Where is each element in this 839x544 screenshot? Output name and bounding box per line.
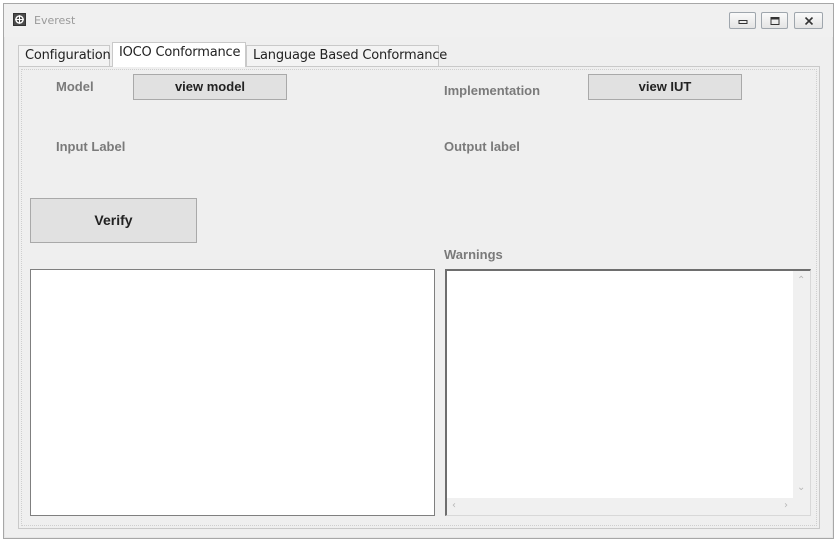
tab-configuration[interactable]: Configuration bbox=[18, 45, 111, 66]
scroll-up-icon[interactable]: ⌃ bbox=[797, 276, 805, 286]
tab-language-based-conformance[interactable]: Language Based Conformance bbox=[246, 45, 447, 66]
app-icon bbox=[13, 13, 26, 26]
scrollbar-corner bbox=[793, 498, 810, 515]
maximize-icon bbox=[770, 16, 779, 25]
vertical-scrollbar[interactable]: ⌃ ⌄ bbox=[793, 271, 810, 498]
horizontal-scrollbar[interactable]: ‹ › bbox=[447, 498, 793, 515]
output-label: Output label bbox=[444, 139, 520, 154]
close-icon bbox=[804, 16, 813, 25]
implementation-label: Implementation bbox=[444, 83, 541, 98]
title-bar[interactable]: Everest bbox=[4, 4, 833, 37]
minimize-icon bbox=[738, 19, 747, 24]
input-label: Input Label bbox=[56, 139, 126, 154]
verify-button[interactable]: Verify bbox=[30, 198, 197, 243]
view-model-button[interactable]: view model bbox=[133, 74, 287, 100]
app-window: Everest Configuration IOCO Conformance L… bbox=[3, 3, 834, 539]
warnings-label: Warnings bbox=[444, 247, 503, 262]
tab-ioco-conformance[interactable]: IOCO Conformance bbox=[112, 42, 246, 67]
warnings-textbox[interactable]: ⌃ ⌄ ‹ › bbox=[445, 269, 811, 516]
window-title: Everest bbox=[34, 14, 76, 27]
minimize-button[interactable] bbox=[729, 12, 756, 29]
scroll-left-icon[interactable]: ‹ bbox=[452, 501, 456, 511]
ioco-conformance-panel: Model view model Implementation view IUT… bbox=[18, 66, 820, 529]
scroll-down-icon[interactable]: ⌄ bbox=[797, 483, 805, 493]
scroll-right-icon[interactable]: › bbox=[784, 501, 788, 511]
close-button[interactable] bbox=[794, 12, 823, 29]
model-label: Model bbox=[56, 79, 94, 94]
view-iut-button[interactable]: view IUT bbox=[588, 74, 742, 100]
maximize-button[interactable] bbox=[761, 12, 788, 29]
verification-output-textbox[interactable] bbox=[30, 269, 435, 516]
